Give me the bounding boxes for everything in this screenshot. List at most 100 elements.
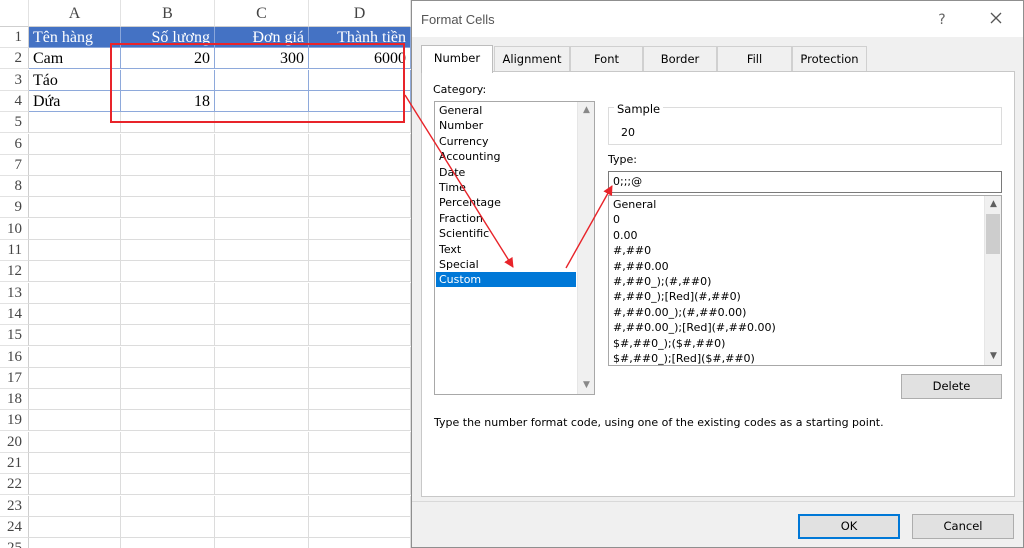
empty-cell[interactable] (121, 516, 215, 538)
table-cell[interactable] (309, 69, 411, 91)
empty-cell[interactable] (309, 303, 411, 325)
empty-cell[interactable] (309, 240, 411, 261)
empty-cell[interactable] (121, 303, 215, 325)
table-cell[interactable]: 20 (121, 48, 215, 70)
tab-protection[interactable]: Protection (792, 46, 867, 71)
empty-cell[interactable] (121, 495, 215, 517)
empty-cell[interactable] (309, 474, 411, 496)
row-header[interactable]: 1 (0, 27, 29, 48)
table-cell[interactable] (121, 69, 215, 91)
row-header[interactable]: 17 (0, 367, 29, 389)
row-header[interactable]: 10 (0, 218, 29, 240)
empty-cell[interactable] (215, 154, 309, 176)
empty-cell[interactable] (309, 410, 411, 432)
empty-cell[interactable] (215, 516, 309, 538)
row-header[interactable]: 22 (0, 474, 29, 496)
empty-cell[interactable] (121, 325, 215, 347)
empty-cell[interactable] (309, 154, 411, 176)
format-type-item[interactable]: $#,##0_);($#,##0) (613, 336, 725, 351)
table-cell[interactable]: Dứa (29, 90, 121, 112)
scroll-down-icon[interactable]: ▼ (985, 348, 1002, 365)
empty-cell[interactable] (29, 303, 121, 325)
corner-header[interactable] (0, 0, 29, 27)
tab-number[interactable]: Number (421, 45, 493, 73)
delete-button[interactable]: Delete (901, 374, 1002, 399)
scroll-thumb[interactable] (986, 214, 1000, 254)
empty-cell[interactable] (215, 325, 309, 347)
row-header[interactable]: 13 (0, 282, 29, 304)
empty-cell[interactable] (29, 325, 121, 347)
row-header[interactable]: 23 (0, 495, 29, 517)
empty-cell[interactable] (29, 282, 121, 304)
empty-cell[interactable] (121, 389, 215, 411)
row-header[interactable]: 8 (0, 176, 29, 198)
empty-cell[interactable] (121, 218, 215, 240)
category-item-currency[interactable]: Currency (436, 134, 576, 149)
empty-cell[interactable] (309, 367, 411, 389)
empty-cell[interactable] (29, 431, 121, 453)
empty-cell[interactable] (29, 240, 121, 261)
empty-cell[interactable] (121, 154, 215, 176)
format-type-item[interactable]: #,##0_);(#,##0) (613, 274, 711, 289)
empty-cell[interactable] (121, 240, 215, 261)
empty-cell[interactable] (309, 197, 411, 219)
empty-cell[interactable] (309, 389, 411, 411)
empty-cell[interactable] (215, 538, 309, 548)
category-item-percentage[interactable]: Percentage (436, 195, 576, 210)
category-item-date[interactable]: Date (436, 165, 576, 180)
category-item-special[interactable]: Special (436, 257, 576, 272)
empty-cell[interactable] (29, 154, 121, 176)
empty-cell[interactable] (215, 218, 309, 240)
format-type-item[interactable]: 0.00 (613, 228, 638, 243)
category-item-fraction[interactable]: Fraction (436, 211, 576, 226)
format-type-item[interactable]: General (613, 197, 656, 212)
column-header-a[interactable]: A (29, 0, 121, 27)
row-header[interactable]: 24 (0, 516, 29, 538)
empty-cell[interactable] (309, 516, 411, 538)
format-type-item[interactable]: #,##0.00 (613, 259, 669, 274)
row-header[interactable]: 2 (0, 48, 29, 70)
row-header[interactable]: 19 (0, 410, 29, 432)
format-type-item[interactable]: 0 (613, 212, 620, 227)
empty-cell[interactable] (29, 197, 121, 219)
category-scrollbar[interactable]: ▲ ▼ (577, 102, 594, 394)
scroll-up-icon[interactable]: ▲ (985, 196, 1002, 213)
row-header[interactable]: 11 (0, 240, 29, 261)
category-item-text[interactable]: Text (436, 242, 576, 257)
table-cell[interactable]: Cam (29, 48, 121, 70)
row-header[interactable]: 4 (0, 90, 29, 112)
empty-cell[interactable] (121, 176, 215, 198)
empty-cell[interactable] (29, 176, 121, 198)
tab-fill[interactable]: Fill (717, 46, 792, 71)
empty-cell[interactable] (215, 410, 309, 432)
empty-cell[interactable] (309, 325, 411, 347)
column-header-c[interactable]: C (215, 0, 309, 27)
empty-cell[interactable] (121, 197, 215, 219)
column-header-b[interactable]: B (121, 0, 215, 27)
empty-cell[interactable] (309, 261, 411, 283)
row-header[interactable]: 21 (0, 453, 29, 474)
category-item-time[interactable]: Time (436, 180, 576, 195)
type-input[interactable]: 0;;;@ (608, 171, 1002, 193)
category-item-scientific[interactable]: Scientific (436, 226, 576, 241)
table-cell[interactable]: 6000 (309, 48, 411, 70)
table-cell[interactable]: 18 (121, 90, 215, 112)
row-header[interactable]: 16 (0, 346, 29, 368)
empty-cell[interactable] (121, 453, 215, 474)
scroll-down-icon[interactable]: ▼ (578, 377, 595, 394)
empty-cell[interactable] (215, 346, 309, 368)
empty-cell[interactable] (121, 410, 215, 432)
empty-cell[interactable] (215, 474, 309, 496)
close-button[interactable] (984, 8, 1008, 30)
empty-cell[interactable] (121, 538, 215, 548)
row-header[interactable]: 3 (0, 69, 29, 91)
empty-cell[interactable] (215, 367, 309, 389)
format-type-item[interactable]: #,##0.00_);(#,##0.00) (613, 305, 746, 320)
empty-cell[interactable] (309, 346, 411, 368)
header-cell[interactable]: Đơn giá (215, 27, 309, 48)
empty-cell[interactable] (309, 112, 411, 134)
empty-cell[interactable] (309, 133, 411, 155)
empty-cell[interactable] (215, 431, 309, 453)
empty-cell[interactable] (215, 495, 309, 517)
empty-cell[interactable] (29, 346, 121, 368)
